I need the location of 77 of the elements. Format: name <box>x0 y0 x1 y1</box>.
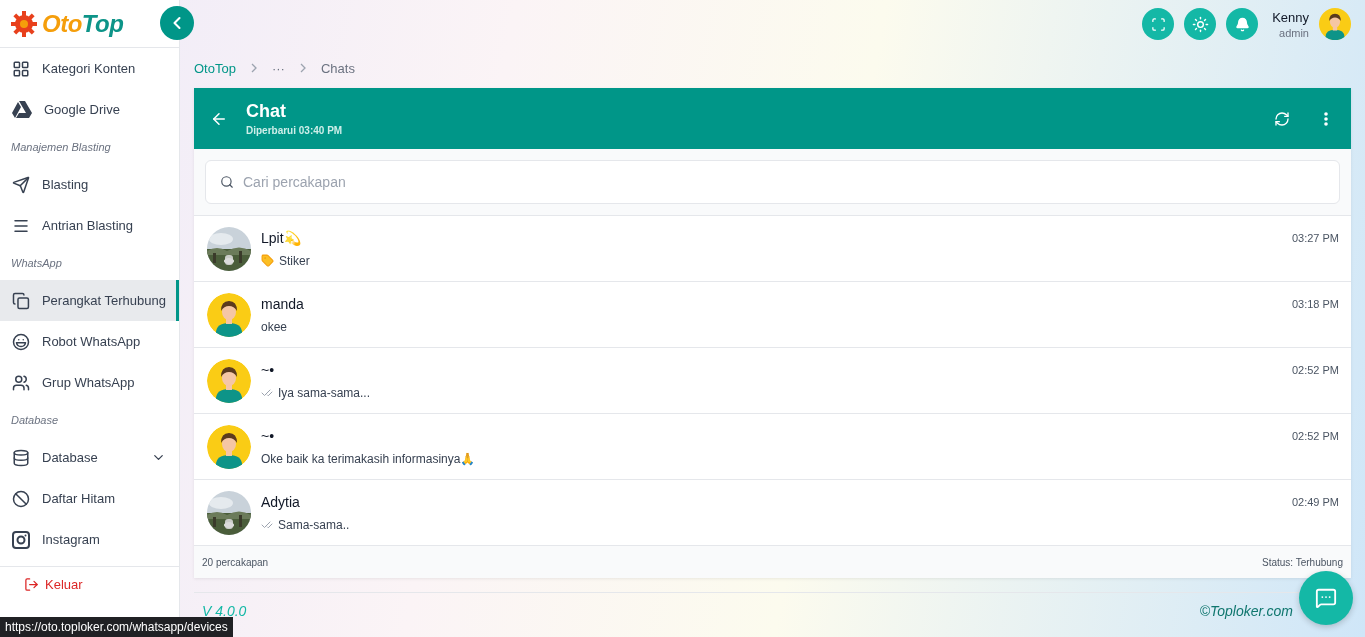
theme-button[interactable] <box>1184 8 1217 40</box>
breadcrumb-item: Chats <box>320 60 355 76</box>
search-field[interactable]: Cari percakapan <box>205 160 1340 204</box>
sidebar-item[interactable]: Database <box>0 437 179 478</box>
message-preview: okee <box>261 319 288 334</box>
notification-button[interactable] <box>1226 8 1259 40</box>
sidebar-item[interactable]: Kategori Konten <box>0 48 179 89</box>
message-preview: Iya sama-sama... <box>278 385 371 400</box>
chevron-right-icon <box>249 63 258 73</box>
conversation-row[interactable]: ~• Oke baik ka terimakasih informasinya🙏 02:52 PM <box>194 414 1351 480</box>
panel-title: Chat <box>246 101 287 122</box>
sidebar-item[interactable]: Perangkat Terhubung <box>0 280 179 321</box>
copyright-text: ©Toploker.com <box>1199 602 1293 619</box>
grid-icon <box>12 59 30 78</box>
avatar-icon <box>207 424 251 469</box>
avatar-icon <box>1319 8 1351 40</box>
connection-status: Status: Terhubung <box>1262 556 1343 568</box>
section-label: Manajemen Blasting <box>10 140 112 155</box>
sidebar-item[interactable]: Robot WhatsApp <box>0 321 179 362</box>
message-time: 02:49 PM <box>1291 496 1339 508</box>
sidebar-item[interactable]: Antrian Blasting <box>0 205 179 246</box>
contact-name: ~• <box>261 427 276 444</box>
contact-name: Adytia <box>261 493 301 510</box>
conversation-count: 20 percakapan <box>202 556 269 568</box>
sidebar-item[interactable]: Daftar Hitam <box>0 478 179 519</box>
more-icon <box>1324 111 1328 126</box>
bell-icon <box>1234 16 1250 32</box>
logout-link[interactable]: Keluar <box>0 566 179 592</box>
search-icon <box>220 175 234 189</box>
avatar-icon <box>207 358 251 403</box>
section-label: WhatsApp <box>10 256 63 271</box>
message-preview: Stiker <box>279 253 310 268</box>
refresh-icon <box>1274 110 1290 127</box>
message-preview: Sama-sama.. <box>278 517 350 532</box>
refresh-button[interactable] <box>1273 109 1291 128</box>
contact-name: manda <box>261 295 305 312</box>
chat-bubble-icon <box>1315 587 1337 609</box>
sidebar-item[interactable]: Blasting <box>0 164 179 205</box>
message-time: 03:18 PM <box>1291 298 1339 310</box>
message-time: 03:27 PM <box>1291 232 1339 244</box>
drive-icon <box>12 100 32 119</box>
conversation-row[interactable]: Lpit💫 Stiker 03:27 PM <box>194 216 1351 282</box>
sidebar-item[interactable]: Google Drive <box>0 89 179 130</box>
logout-icon <box>24 577 39 592</box>
conversation-row[interactable]: manda okee 03:18 PM <box>194 282 1351 348</box>
link-url-tooltip: https://oto.toploker.com/whatsapp/devices <box>0 617 233 637</box>
message-time: 02:52 PM <box>1291 430 1339 442</box>
message-time: 02:52 PM <box>1291 364 1339 376</box>
message-preview: Oke baik ka terimakasih informasinya🙏 <box>261 451 476 466</box>
database-icon <box>12 448 30 467</box>
version-text: V 4.0.0 <box>202 602 247 619</box>
chat-button[interactable] <box>1299 571 1353 625</box>
tag-icon <box>261 254 274 267</box>
gear-logo-icon <box>10 9 38 38</box>
avatar-icon <box>207 292 251 337</box>
users-icon <box>12 373 30 392</box>
contact-name: ~• <box>261 361 276 378</box>
collapse-sidebar-button[interactable] <box>160 6 194 40</box>
sidebar-item[interactable]: Instagram <box>0 519 179 560</box>
updated-time: Diperbarui 03:40 PM <box>246 125 344 136</box>
section-label: Database <box>10 413 60 428</box>
conversation-row[interactable]: ~• Iya sama-sama... 02:52 PM <box>194 348 1351 414</box>
paper-plane-icon <box>12 175 30 194</box>
chevron-right-icon <box>298 63 307 73</box>
devices-icon <box>12 291 30 310</box>
contact-name: Lpit💫 <box>261 229 302 246</box>
user-role: admin <box>1279 26 1309 39</box>
logo-text: OtoTop <box>42 9 124 38</box>
sun-icon <box>1191 15 1209 33</box>
sidebar-item[interactable]: Grup WhatsApp <box>0 362 179 403</box>
user-name: Kenny <box>1272 9 1309 25</box>
breadcrumb-item[interactable]: ··· <box>271 60 285 76</box>
ban-icon <box>12 489 30 508</box>
fullscreen-icon <box>1150 16 1166 32</box>
fullscreen-button[interactable] <box>1142 8 1175 40</box>
laughing-face-icon <box>12 332 30 351</box>
instagram-icon <box>12 530 30 549</box>
